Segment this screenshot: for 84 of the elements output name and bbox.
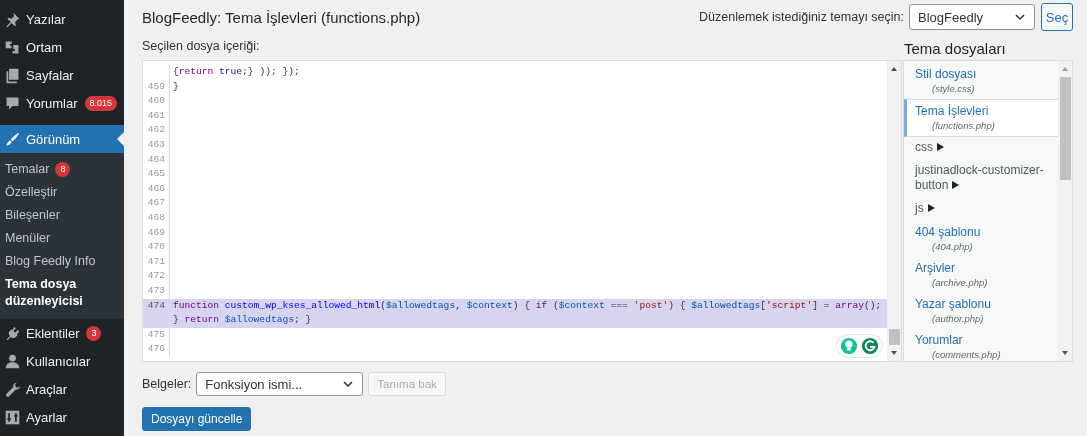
line-number: 476 (143, 342, 170, 357)
line-number: 473 (143, 283, 170, 299)
menu-label: Eklentiler (26, 325, 80, 341)
line-number: 459 (143, 79, 170, 95)
folder-item[interactable]: css (904, 137, 1058, 158)
menu-item[interactable]: Kullanıcılar (0, 347, 124, 375)
line-number: 467 (143, 196, 170, 211)
file-item[interactable]: Arşivler (archive.php) (904, 257, 1058, 293)
submenu-item[interactable]: Temalar 8 (0, 158, 124, 181)
menu-label: Ayarlar (26, 409, 67, 425)
count-badge: 3 (86, 325, 102, 341)
select-button[interactable]: Seç (1041, 3, 1073, 31)
line-number: 469 (143, 225, 170, 241)
scrollbar-thumb[interactable] (1059, 77, 1071, 180)
menu-icon (4, 66, 21, 84)
submenu-item[interactable]: Blog Feedly Info (0, 250, 124, 273)
menu-icon (4, 352, 21, 370)
files-heading: Tema dosyaları (903, 40, 1007, 59)
menu-item[interactable]: Araçlar (0, 375, 124, 403)
submenu-item[interactable]: Özelleştir (0, 181, 124, 204)
chevron-icon (342, 378, 355, 390)
line-number: 460 (143, 94, 170, 109)
caret-icon[interactable] (952, 181, 960, 189)
code-line: function custom_wp_kses_allowed_html($allowedtags, $context) { if ($context === 'post') { $allowedtags['script'] = array(); } return $allowedtags; } (173, 298, 883, 328)
content-label: Seçilen dosya içeriği: (142, 39, 261, 53)
menu-label: Yorumlar (26, 95, 78, 111)
docs-label: Belgeler: (142, 377, 192, 391)
menu-icon (4, 324, 21, 342)
line-number: 463 (143, 137, 170, 153)
file-item[interactable]: 404 şablonu (404.php) (904, 221, 1058, 257)
line-number: 475 (143, 327, 170, 343)
line-number: 472 (143, 269, 170, 284)
menu-label: Sayfalar (26, 67, 74, 83)
caret-icon[interactable] (927, 204, 935, 212)
menu-icon (4, 380, 21, 398)
theme-label: Düzenlemek istediğiniz temayı seçin: (699, 10, 904, 24)
menu-label: Görünüm (26, 131, 81, 147)
submenu-item[interactable]: Tema dosya düzenleyicisi (0, 273, 124, 313)
menu-label: Yazılar (26, 11, 66, 27)
code-line: {return true;} )); }); (173, 65, 301, 79)
count-badge: 8.015 (84, 95, 118, 111)
submenu-item[interactable]: Bileşenler (0, 204, 124, 227)
folder-item[interactable]: justinadlock-customizer-button (904, 160, 1058, 196)
line-number: 462 (143, 123, 170, 138)
menu-label: Araçlar (26, 381, 68, 397)
circle-logo-icon[interactable] (861, 337, 879, 355)
file-item[interactable]: Yorumlar (comments.php) (904, 329, 1058, 361)
menu-icon (4, 408, 21, 426)
chevron-icon (1014, 11, 1026, 23)
line-number: 470 (143, 240, 170, 255)
line-number: 461 (143, 108, 170, 124)
function-select[interactable]: Fonksiyon ismi... (196, 372, 364, 396)
scroll-down-icon[interactable] (1061, 349, 1069, 357)
folder-item[interactable]: js (904, 198, 1058, 219)
menu-item[interactable]: Yorumlar 8.015 (0, 89, 124, 117)
file-item[interactable]: Yazar şablonu (author.php) (904, 293, 1058, 329)
file-item[interactable]: Tema İşlevleri (functions.php) (904, 99, 1058, 137)
menu-item[interactable]: Ortam (0, 33, 124, 61)
line-number: 466 (143, 181, 170, 197)
line-number: 465 (143, 167, 170, 182)
menu-item[interactable]: Görünüm (0, 125, 124, 153)
update-button[interactable]: Dosyayı güncelle (142, 407, 252, 431)
line-number: 471 (143, 254, 170, 270)
scroll-up-icon[interactable] (890, 65, 898, 73)
menu-label: Ortam (26, 39, 63, 55)
count-badge: 8 (55, 162, 71, 177)
submenu-item[interactable]: Menüler (0, 227, 124, 250)
line-number: 464 (143, 152, 170, 168)
menu-label: Kullanıcılar (26, 353, 91, 369)
scrollbar-thumb[interactable] (888, 329, 900, 345)
menu-icon (4, 130, 21, 148)
file-item[interactable]: Stil dosyası (style.css) (904, 63, 1058, 99)
menu-item[interactable]: Eklentiler 3 (0, 319, 124, 347)
line-number: 468 (143, 210, 170, 226)
scroll-down-icon[interactable] (890, 349, 898, 357)
menu-item[interactable]: Yazılar (0, 5, 124, 33)
page-title: BlogFeedly: Tema İşlevleri (functions.php) (142, 8, 422, 26)
menu-item[interactable]: Sayfalar (0, 61, 124, 89)
code-line: } (173, 79, 180, 94)
current-pointer (117, 132, 124, 146)
line-number: 474 (143, 298, 170, 328)
caret-icon[interactable] (937, 143, 944, 151)
menu-item[interactable]: Ayarlar (0, 403, 124, 431)
theme-select[interactable]: BlogFeedly (909, 4, 1035, 30)
